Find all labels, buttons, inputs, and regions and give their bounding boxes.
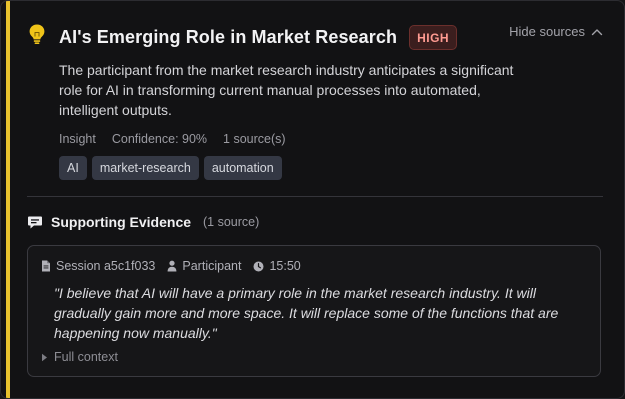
insight-meta: Insight Confidence: 90% 1 source(s)	[59, 132, 286, 146]
evidence-count: (1 source)	[203, 215, 260, 229]
evidence-meta: Session a5c1f033 Participant 15:50	[41, 259, 301, 273]
insight-type: Insight	[59, 132, 96, 146]
evidence-header: Supporting Evidence (1 source)	[27, 214, 259, 230]
confidence-value: Confidence: 90%	[111, 132, 208, 146]
source-count: 1 source(s)	[223, 132, 286, 146]
evidence-title: Supporting Evidence	[51, 214, 192, 230]
tag-chip[interactable]: market-research	[91, 156, 199, 180]
user-icon	[167, 260, 177, 272]
evidence-item: Session a5c1f033 Participant 15:50 "I be…	[27, 245, 601, 377]
lightbulb-icon	[27, 23, 47, 45]
evidence-timestamp[interactable]: 15:50	[253, 259, 301, 273]
insight-card: AI's Emerging Role in Market Research HI…	[0, 0, 625, 399]
insight-title-row: AI's Emerging Role in Market Research HI…	[59, 25, 458, 50]
tag-list: AI market-research automation	[59, 156, 282, 180]
speaker-label: Participant	[182, 259, 242, 273]
insight-description: The participant from the market research…	[59, 62, 514, 118]
section-divider	[27, 196, 603, 197]
chevron-up-icon	[591, 28, 603, 36]
hide-sources-toggle[interactable]: Hide sources	[509, 24, 603, 39]
caret-right-icon	[41, 353, 48, 362]
clock-icon	[253, 261, 264, 272]
priority-badge: HIGH	[409, 25, 458, 50]
tag-chip[interactable]: automation	[203, 156, 282, 180]
insight-title: AI's Emerging Role in Market Research	[59, 27, 398, 47]
evidence-quote: "I believe that AI will have a primary r…	[54, 285, 559, 341]
comment-icon	[27, 214, 43, 230]
evidence-speaker: Participant	[167, 259, 241, 273]
evidence-session[interactable]: Session a5c1f033	[41, 259, 155, 273]
document-icon	[41, 260, 51, 272]
timestamp-value: 15:50	[269, 259, 301, 273]
priority-accent-bar	[6, 1, 10, 398]
full-context-toggle[interactable]: Full context	[41, 350, 118, 364]
session-id: Session a5c1f033	[56, 259, 156, 273]
hide-sources-label: Hide sources	[509, 24, 585, 39]
full-context-label: Full context	[54, 350, 118, 364]
tag-chip[interactable]: AI	[59, 156, 87, 180]
